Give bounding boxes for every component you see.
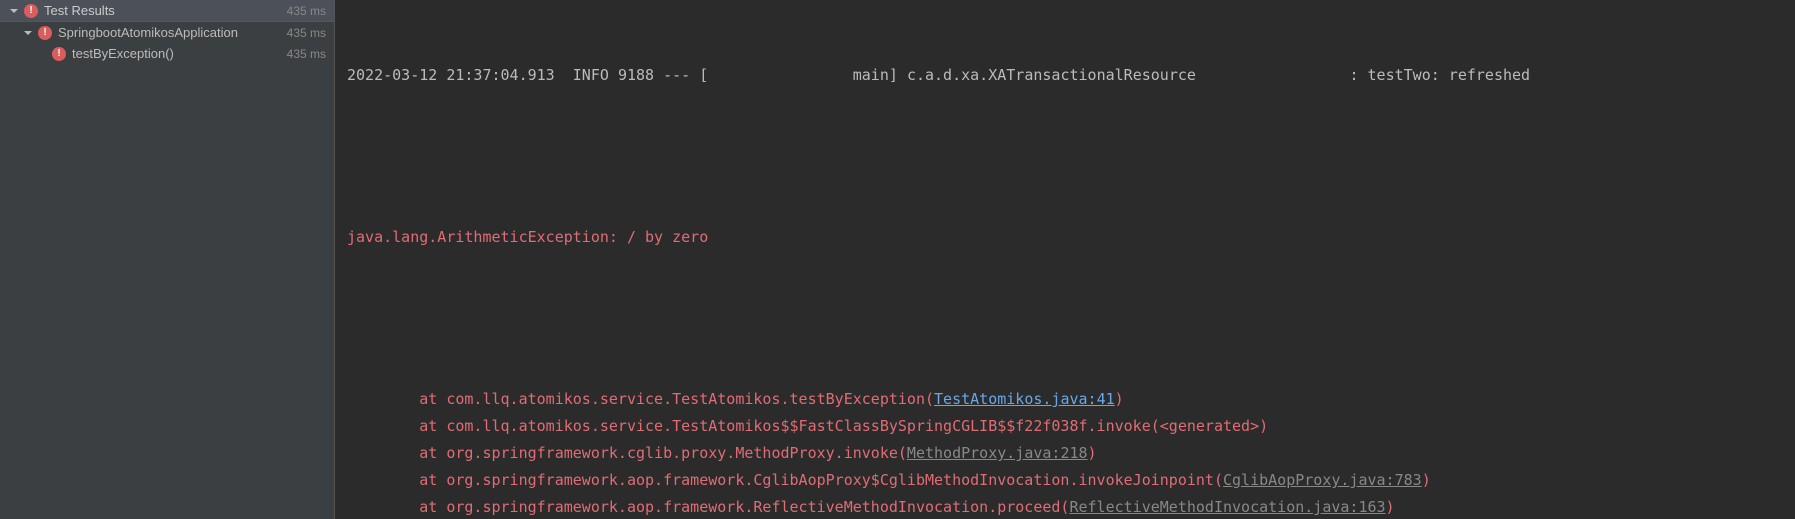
source-link[interactable]: MethodProxy.java:218 — [907, 444, 1088, 462]
console-output[interactable]: 2022-03-12 21:37:04.913 INFO 9188 --- [ … — [335, 0, 1795, 519]
test-root-label: Test Results — [44, 3, 115, 18]
test-node-label: testByException() — [72, 46, 174, 61]
chevron-down-icon[interactable] — [22, 27, 34, 39]
blank-line — [335, 143, 1795, 170]
error-icon — [24, 4, 38, 18]
stack-frame: at com.llq.atomikos.service.TestAtomikos… — [335, 386, 1795, 413]
stack-frame: at com.llq.atomikos.service.TestAtomikos… — [335, 413, 1795, 440]
test-node-duration: 435 ms — [281, 26, 326, 40]
error-icon — [38, 26, 52, 40]
chevron-down-icon[interactable] — [8, 5, 20, 17]
test-node-label: SpringbootAtomikosApplication — [58, 25, 238, 40]
test-node-duration: 435 ms — [281, 47, 326, 61]
test-results-panel: Test Results 435 ms SpringbootAtomikosAp… — [0, 0, 335, 519]
test-results-root[interactable]: Test Results 435 ms — [0, 0, 334, 22]
stack-frame: at org.springframework.aop.framework.Ref… — [335, 494, 1795, 519]
log-info-line: 2022-03-12 21:37:04.913 INFO 9188 --- [ … — [335, 62, 1795, 89]
blank-line — [335, 305, 1795, 332]
stack-frame: at org.springframework.aop.framework.Cgl… — [335, 467, 1795, 494]
stack-frame: at org.springframework.cglib.proxy.Metho… — [335, 440, 1795, 467]
source-link[interactable]: TestAtomikos.java:41 — [934, 390, 1115, 408]
error-icon — [52, 47, 66, 61]
test-root-duration: 435 ms — [281, 4, 326, 18]
source-link[interactable]: CglibAopProxy.java:783 — [1223, 471, 1422, 489]
exception-line: java.lang.ArithmeticException: / by zero — [335, 224, 1795, 251]
test-node-method[interactable]: testByException() 435 ms — [0, 43, 334, 64]
test-node-application[interactable]: SpringbootAtomikosApplication 435 ms — [0, 22, 334, 43]
source-link[interactable]: ReflectiveMethodInvocation.java:163 — [1069, 498, 1385, 516]
